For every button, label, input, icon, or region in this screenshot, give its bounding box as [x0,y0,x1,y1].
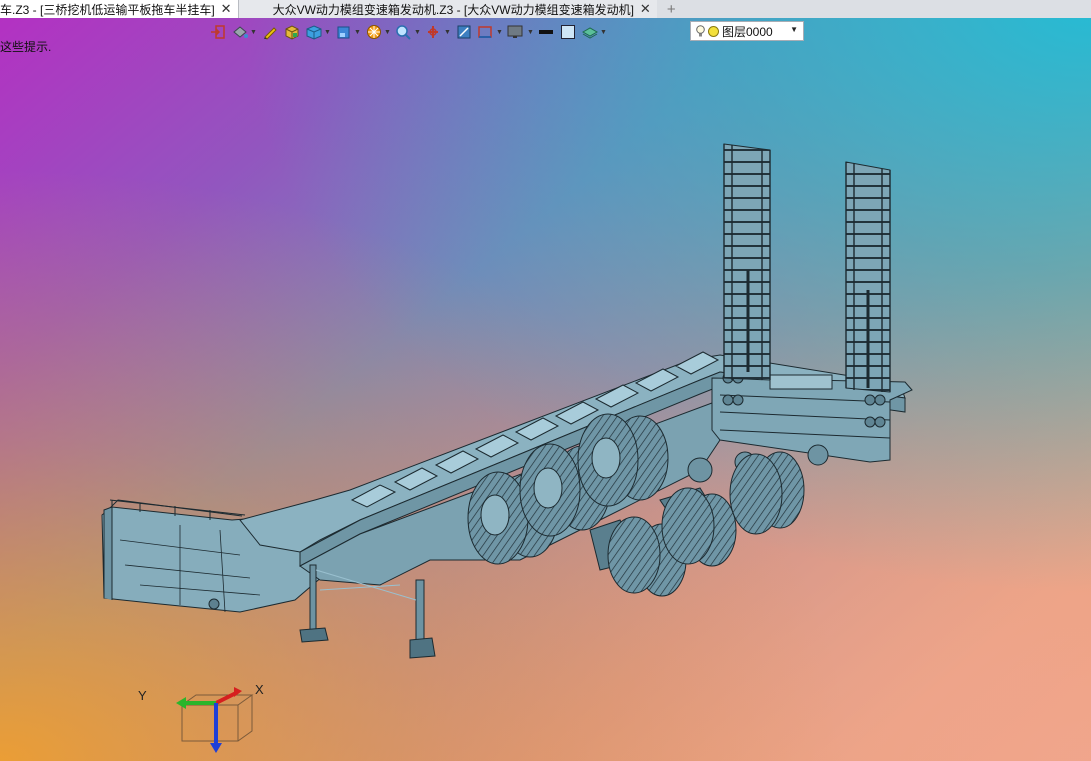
display-icon[interactable]: ▼ [506,22,534,42]
prompt-hint: 这些提示. [0,40,52,54]
y-axis-label: Y [138,688,147,703]
pen-icon[interactable] [260,22,280,42]
trailer-body [101,143,913,659]
layer-name: 图层0000 [722,24,773,39]
view-toolbar: ▼ ▼ ▼ ▼ ▼ ▼ ▼ ▼ ▼ [208,21,608,43]
x-axis-label: X [255,682,264,697]
view-cube-icon[interactable]: ▼ [334,22,362,42]
close-icon[interactable]: ✕ [640,1,651,17]
tab-engine[interactable]: 大众VW动力模组变速箱发动机.Z3 - [大众VW动力模组变速箱发动机] ✕ [238,0,657,18]
fill-color-icon[interactable] [558,22,578,42]
snap-icon[interactable] [454,22,474,42]
chevron-down-icon[interactable]: ▼ [790,25,798,34]
cube-icon[interactable]: ▼ [304,22,332,42]
line-weight-icon[interactable] [536,22,556,42]
frame-icon[interactable]: ▼ [476,22,504,42]
trailer-3d-model[interactable] [0,0,1091,761]
tab-trailer[interactable]: 车.Z3 - [三桥挖机低运输平板拖车半挂车] ✕ [0,0,239,18]
close-icon[interactable]: ✕ [221,1,232,17]
tab-label: 大众VW动力模组变速箱发动机.Z3 - [大众VW动力模组变速箱发动机] [272,2,634,17]
import-icon[interactable] [208,22,228,42]
coordinate-triad [176,687,254,753]
paint-bucket-icon[interactable]: ▼ [230,22,258,42]
layer-stack-icon[interactable]: ▼ [580,22,608,42]
layer-dropdown[interactable]: 图层0000 ▼ [690,21,804,41]
wheel-icon[interactable]: ▼ [364,22,392,42]
grab-icon[interactable]: ▼ [424,22,452,42]
new-tab-button[interactable]: + [657,0,686,18]
lightbulb-icon[interactable] [696,25,705,37]
document-tab-bar: 车.Z3 - [三桥挖机低运输平板拖车半挂车] ✕ 大众VW动力模组变速箱发动机… [0,0,1091,18]
tab-label: 车.Z3 - [三桥挖机低运输平板拖车半挂车] [0,2,215,17]
zoom-icon[interactable]: ▼ [394,22,422,42]
box-color-icon[interactable] [282,22,302,42]
layer-color-swatch[interactable] [708,25,719,37]
